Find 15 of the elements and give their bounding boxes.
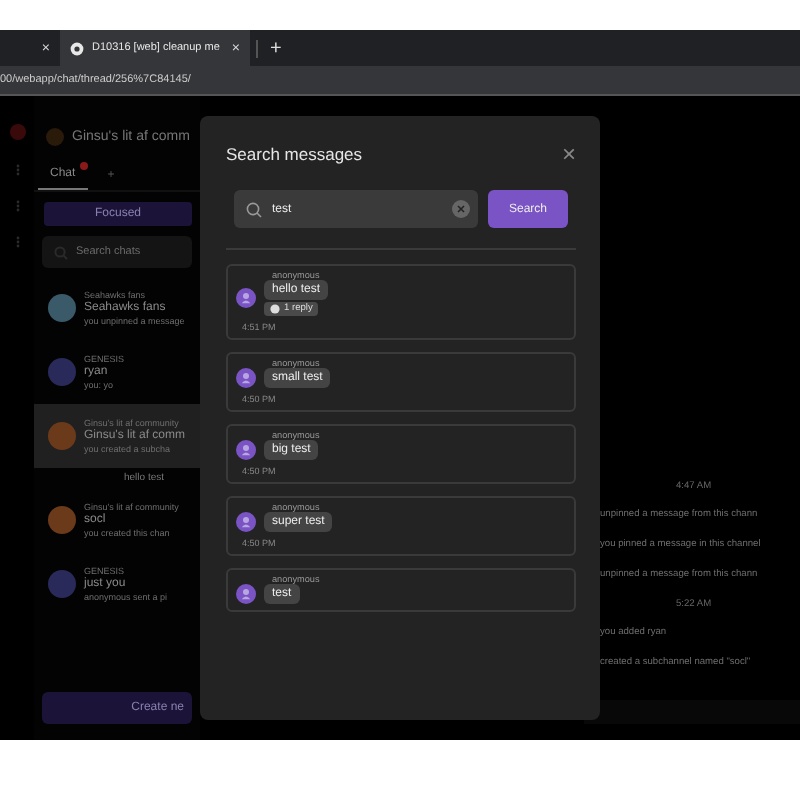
clear-icon: [456, 204, 466, 214]
search-icon: [246, 201, 262, 217]
clear-button[interactable]: [452, 200, 470, 218]
avatar-icon: [236, 512, 256, 532]
channel-avatar-icon: [46, 128, 64, 146]
chat-icon: [270, 304, 280, 314]
avatar-icon: [236, 584, 256, 604]
modal-title: Search messages: [226, 144, 363, 164]
avatar-icon: [236, 440, 256, 460]
close-button[interactable]: ×: [561, 144, 576, 164]
status-icon: [9, 124, 25, 140]
new-tab-button[interactable]: +: [256, 39, 294, 57]
avatar-icon: [236, 368, 256, 388]
avatar-icon: [236, 288, 256, 308]
globe-icon: [70, 41, 84, 55]
